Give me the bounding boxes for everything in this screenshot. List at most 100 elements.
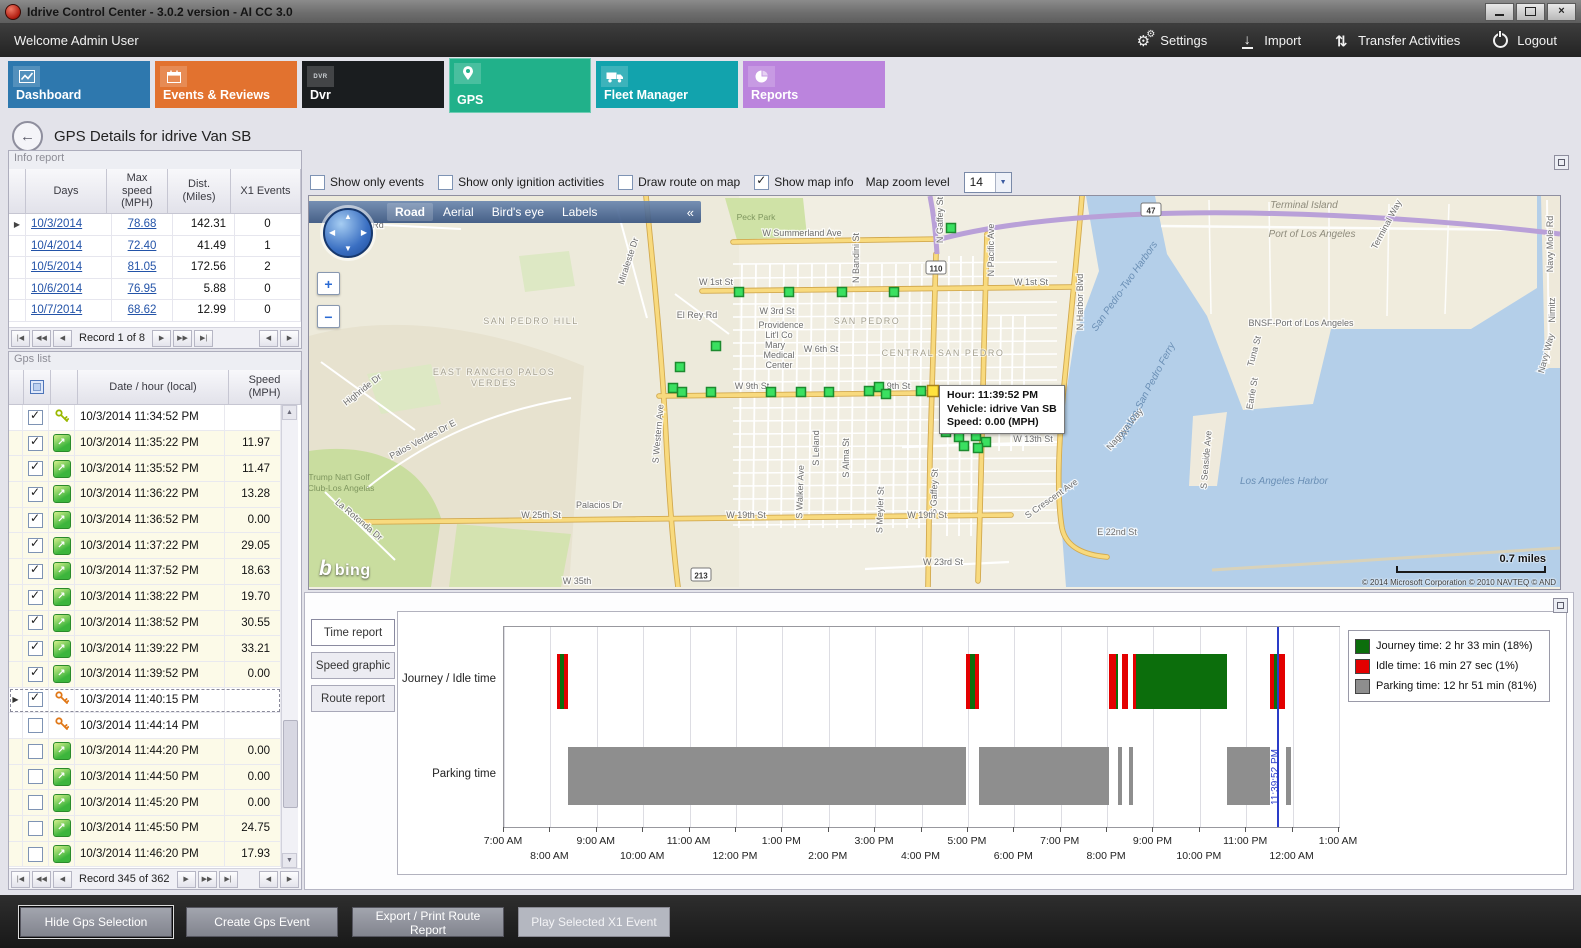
- gps-marker[interactable]: [838, 288, 847, 297]
- gps-row[interactable]: ↗10/3/2014 11:37:52 PM18.63: [9, 559, 281, 585]
- row-checkbox[interactable]: [28, 410, 43, 425]
- checkbox[interactable]: [754, 175, 769, 190]
- gps-marker[interactable]: [960, 442, 969, 451]
- row-checkbox[interactable]: [28, 744, 43, 759]
- map-navbar-collapse[interactable]: «: [680, 205, 701, 220]
- play-selected-x1-event-button[interactable]: Play Selected X1 Event: [518, 907, 670, 937]
- option-show-only-events[interactable]: Show only events: [310, 175, 424, 190]
- back-button[interactable]: ←: [12, 121, 43, 152]
- gps-row[interactable]: 10/3/2014 11:44:14 PM: [9, 713, 281, 739]
- date-link[interactable]: 10/5/2014: [31, 261, 82, 273]
- gps-marker[interactable]: [825, 388, 834, 397]
- hide-gps-selection-button[interactable]: Hide Gps Selection: [20, 907, 172, 937]
- gps-row[interactable]: ↗10/3/2014 11:38:52 PM30.55: [9, 611, 281, 637]
- map-style-bird-s-eye[interactable]: Bird's eye: [484, 203, 552, 221]
- column-header-x1-events[interactable]: X1 Events: [231, 169, 301, 214]
- table-row[interactable]: 10/4/201472.4041.491: [9, 236, 301, 258]
- gps-row[interactable]: ↗10/3/2014 11:39:52 PM0.00: [9, 662, 281, 688]
- checkbox[interactable]: [618, 175, 633, 190]
- row-checkbox[interactable]: [28, 590, 43, 605]
- option-show-only-ignition-activities[interactable]: Show only ignition activities: [438, 175, 604, 190]
- map-style-road[interactable]: Road: [387, 203, 433, 221]
- row-checkbox[interactable]: [28, 564, 43, 579]
- column-header-max[interactable]: Max speed (MPH): [107, 169, 168, 214]
- tab-events-reviews[interactable]: Events & Reviews: [155, 61, 297, 108]
- gps-marker[interactable]: [890, 288, 899, 297]
- info-nav-right-0[interactable]: ▶: [152, 330, 171, 347]
- gps-marker[interactable]: [785, 288, 794, 297]
- checkbox[interactable]: [310, 175, 325, 190]
- close-button[interactable]: ×: [1547, 3, 1576, 21]
- gps-marker[interactable]: [735, 288, 744, 297]
- info-hscroll-right[interactable]: ▶: [280, 330, 299, 347]
- zoom-in-button[interactable]: +: [317, 272, 340, 295]
- gps-row[interactable]: ↗10/3/2014 11:35:52 PM11.47: [9, 456, 281, 482]
- gps-marker[interactable]: [676, 363, 685, 372]
- tab-time-report[interactable]: Time report: [311, 619, 395, 646]
- gps-marker[interactable]: [865, 387, 874, 396]
- menu-logout[interactable]: Logout: [1490, 32, 1557, 50]
- checkbox[interactable]: [438, 175, 453, 190]
- gps-row[interactable]: ↗10/3/2014 11:35:22 PM11.97: [9, 431, 281, 457]
- scroll-down-arrow[interactable]: ▼: [282, 853, 297, 868]
- row-checkbox[interactable]: [28, 795, 43, 810]
- pan-south-icon[interactable]: ▼: [344, 245, 352, 253]
- max-speed-link[interactable]: 72.40: [128, 240, 157, 252]
- gps-row[interactable]: ↗10/3/2014 11:36:52 PM0.00: [9, 508, 281, 534]
- date-link[interactable]: 10/4/2014: [31, 240, 82, 252]
- max-speed-link[interactable]: 81.05: [128, 261, 157, 273]
- row-checkbox[interactable]: [28, 821, 43, 836]
- info-nav-left-1[interactable]: ◀◀: [32, 330, 51, 347]
- menu-import[interactable]: ↓Import: [1237, 32, 1301, 50]
- minimize-button[interactable]: [1485, 3, 1514, 21]
- gps-row[interactable]: ↗10/3/2014 11:36:22 PM13.28: [9, 482, 281, 508]
- row-checkbox[interactable]: [28, 538, 43, 553]
- map-style-aerial[interactable]: Aerial: [435, 203, 482, 221]
- gps-nav-right-0[interactable]: ▶: [177, 871, 196, 888]
- chart-panel-collapse-button[interactable]: [1553, 598, 1568, 613]
- gps-row[interactable]: ↗10/3/2014 11:46:20 PM17.93: [9, 842, 281, 868]
- gps-list-scrollbar[interactable]: ▲ ▼: [281, 405, 298, 868]
- row-checkbox[interactable]: [28, 513, 43, 528]
- row-checkbox[interactable]: [28, 692, 43, 707]
- gps-marker[interactable]: [712, 342, 721, 351]
- tab-fleet-manager[interactable]: Fleet Manager: [596, 61, 738, 108]
- table-row[interactable]: 10/5/201481.05172.562: [9, 257, 301, 279]
- row-checkbox[interactable]: [28, 718, 43, 733]
- gps-marker[interactable]: [882, 390, 891, 399]
- tab-reports[interactable]: Reports: [743, 61, 885, 108]
- map-style-labels[interactable]: Labels: [554, 203, 605, 221]
- tab-dashboard[interactable]: Dashboard: [8, 61, 150, 108]
- menu-transfer[interactable]: ⇄Transfer Activities: [1331, 32, 1460, 50]
- row-checkbox[interactable]: [28, 641, 43, 656]
- info-nav-left-0[interactable]: |◀: [11, 330, 30, 347]
- column-header-dist[interactable]: Dist. (Miles): [168, 169, 231, 214]
- gps-nav-left-0[interactable]: |◀: [11, 871, 30, 888]
- row-checkbox[interactable]: [28, 615, 43, 630]
- gps-marker[interactable]: [947, 224, 956, 233]
- gps-row[interactable]: ↗10/3/2014 11:39:22 PM33.21: [9, 636, 281, 662]
- gps-hscroll-right[interactable]: ▶: [280, 871, 299, 888]
- gps-marker[interactable]: [678, 388, 687, 397]
- scroll-up-arrow[interactable]: ▲: [282, 405, 297, 420]
- select-all-header[interactable]: [24, 370, 51, 405]
- gps-row[interactable]: ↗10/3/2014 11:45:20 PM0.00: [9, 790, 281, 816]
- row-checkbox[interactable]: [28, 487, 43, 502]
- tab-speed-graphic[interactable]: Speed graphic: [311, 652, 395, 679]
- pan-east-icon[interactable]: ▶: [361, 229, 367, 237]
- tab-dvr[interactable]: DVRDvr: [302, 61, 444, 108]
- pan-north-icon[interactable]: ▲: [344, 213, 352, 221]
- option-show-map-info[interactable]: Show map info: [754, 175, 853, 190]
- export-print-route-report-button[interactable]: Export / Print Route Report: [352, 907, 504, 937]
- gps-marker[interactable]: [917, 387, 926, 396]
- gps-marker[interactable]: [767, 388, 776, 397]
- map-zoom-select[interactable]: 14▼: [964, 172, 1012, 193]
- map-panel-collapse-button[interactable]: [1554, 155, 1569, 170]
- zoom-out-button[interactable]: −: [317, 305, 340, 328]
- bing-map[interactable]: 11047213 Peck ParkCrest RdW Summerland A…: [309, 196, 1560, 587]
- row-checkbox[interactable]: [28, 847, 43, 862]
- max-speed-link[interactable]: 78.68: [128, 218, 157, 230]
- gps-nav-right-1[interactable]: ▶▶: [198, 871, 217, 888]
- gps-nav-left-2[interactable]: ◀: [53, 871, 72, 888]
- gps-row[interactable]: ▶10/3/2014 11:40:15 PM: [9, 688, 281, 714]
